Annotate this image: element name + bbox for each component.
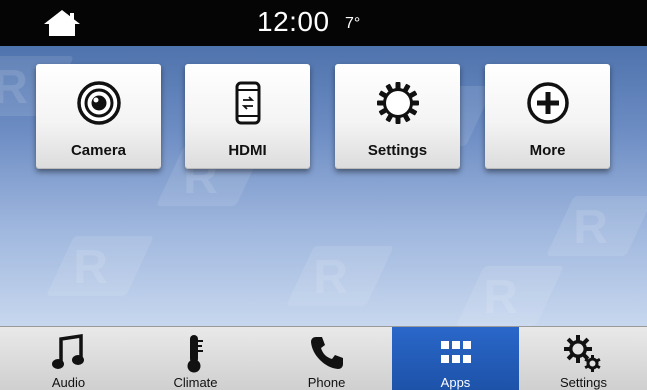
plus-circle-icon [526,82,569,124]
infotainment-screen: 12:00 7° Camera [0,0,647,390]
nav-apps[interactable]: Apps [392,327,519,390]
nav-apps-label: Apps [440,375,471,390]
camera-label: Camera [70,142,127,159]
more-app-tile[interactable]: More [485,64,610,169]
nav-phone[interactable]: Phone [263,327,390,390]
apps-main-area: Camera HDMI [0,46,647,326]
settings-label: Settings [367,142,428,159]
nav-climate[interactable]: Climate [132,327,259,390]
outside-temperature: 7° [345,15,361,32]
clock: 12:00 [257,6,330,37]
bottom-navigation: Audio Climate Phone Apps Settings [0,326,647,390]
gears-icon [563,335,601,372]
more-label: More [529,142,566,159]
apps-grid-icon [440,341,471,363]
hdmi-app-tile[interactable]: HDMI [185,64,310,169]
nav-settings-label: Settings [560,375,607,390]
thermometer-icon [187,335,203,373]
camera-app-tile[interactable]: Camera [36,64,161,169]
watermark [46,236,154,296]
nav-audio-label: Audio [51,375,86,390]
gear-icon [376,82,419,124]
hdmi-phone-icon [235,81,260,125]
watermark [286,246,394,306]
settings-app-tile[interactable]: Settings [335,64,460,169]
nav-settings[interactable]: Settings [520,327,647,390]
nav-audio[interactable]: Audio [5,327,132,390]
camera-lens-icon [76,81,121,125]
hdmi-label: HDMI [228,142,267,159]
status-bar: 12:00 7° [0,0,647,46]
home-button[interactable] [40,8,84,38]
watermark [546,196,647,256]
nav-phone-label: Phone [307,375,346,390]
phone-handset-icon [310,337,343,369]
music-note-icon [51,333,84,369]
nav-climate-label: Climate [173,375,218,390]
home-icon [44,10,80,36]
watermark [456,266,564,326]
